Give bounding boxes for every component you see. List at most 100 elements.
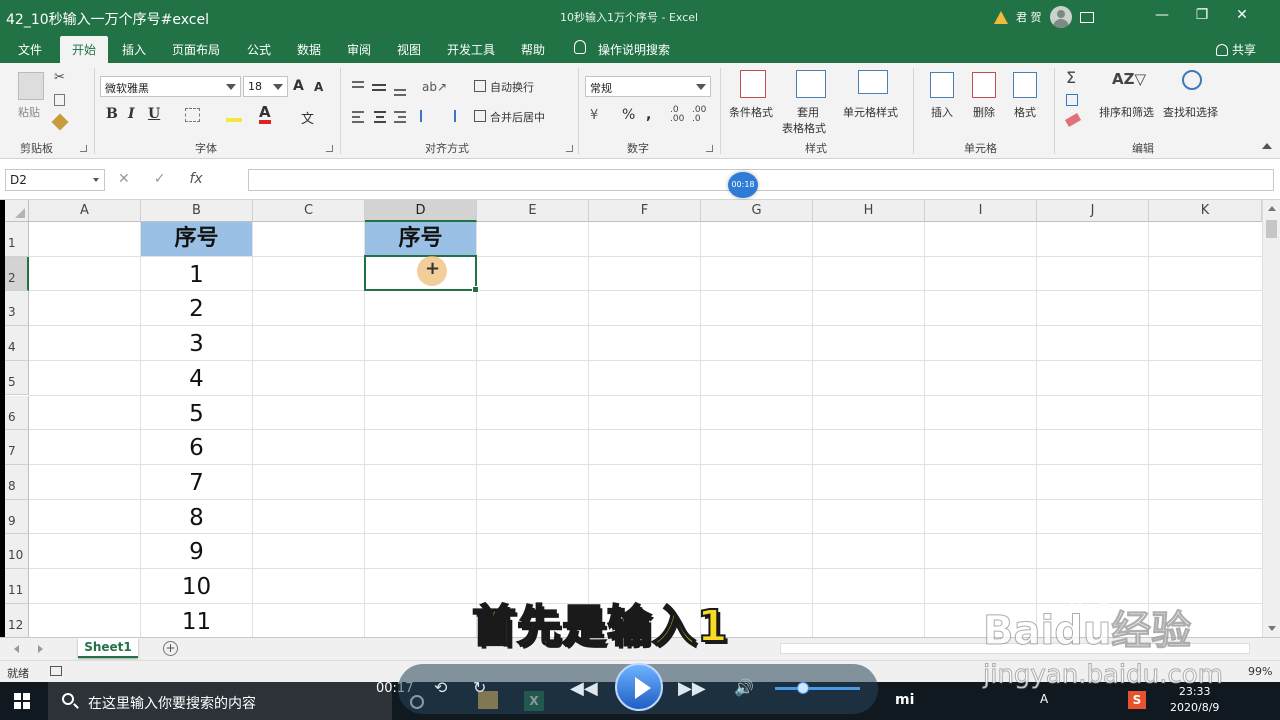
format-as-table-line2[interactable]: 表格格式 [782,120,826,136]
cancel-icon[interactable]: ✕ [118,171,130,187]
tab-insert[interactable]: 插入 [122,41,146,58]
scroll-down-icon[interactable] [1268,626,1276,631]
decrease-decimal-icon[interactable]: .00.0 [692,106,706,124]
refresh-icon[interactable]: ↻ [473,678,486,697]
cell-styles-button[interactable]: 单元格样式 [843,104,898,120]
comma-style-icon[interactable]: , [646,107,651,123]
column-header-f[interactable]: F [589,200,701,222]
cell-b11[interactable]: 10 [141,569,252,603]
column-header-c[interactable]: C [253,200,365,222]
cell-b8[interactable]: 7 [141,465,252,499]
row-header-6[interactable]: 6 [5,395,29,431]
mi-icon[interactable]: mi [895,692,914,708]
prev-sheet-icon[interactable] [14,645,19,653]
underline-button[interactable]: U [148,106,160,122]
column-header-b[interactable]: B [141,200,253,222]
tab-review[interactable]: 审阅 [347,41,371,58]
wrap-text-button[interactable]: 自动换行 [490,79,534,95]
paste-icon[interactable] [18,72,44,100]
insert-cells-button[interactable]: 插入 [931,104,953,120]
column-header-g[interactable]: G [701,200,813,222]
row-header-9[interactable]: 9 [5,499,29,535]
user-name[interactable]: 君 贺 [1016,9,1042,25]
ime-indicator[interactable]: A [1040,692,1048,706]
volume-icon[interactable]: 🔊 [734,678,754,697]
cut-icon[interactable]: ✂ [54,70,65,85]
add-sheet-button[interactable]: + [163,641,178,656]
find-select-button[interactable]: 查找和选择 [1163,104,1218,120]
orientation-icon[interactable]: ab↗ [422,80,447,94]
column-header-k[interactable]: K [1149,200,1262,222]
percent-icon[interactable]: % [622,107,635,123]
tab-view[interactable]: 视图 [397,41,421,58]
format-as-table-line1[interactable]: 套用 [797,104,819,120]
row-header-8[interactable]: 8 [5,464,29,500]
shrink-font-button[interactable]: A [314,80,323,94]
increase-decimal-icon[interactable]: .0.00 [670,106,684,124]
cell-b2[interactable]: 1 [141,257,252,291]
horizontal-align-icons[interactable] [350,110,410,126]
currency-icon[interactable]: ¥ [590,108,598,123]
zoom-level[interactable]: 99% [1248,665,1272,678]
tab-data[interactable]: 数据 [297,41,321,58]
volume-slider[interactable] [775,687,860,690]
bold-button[interactable]: B [106,106,118,122]
taskbar-search[interactable]: 在这里输入你要搜索的内容 00:17 [48,681,413,720]
avatar[interactable] [1049,6,1072,28]
minimize-icon[interactable]: — [1152,7,1172,23]
collapse-ribbon-icon[interactable] [1262,143,1272,149]
row-header-7[interactable]: 7 [5,430,29,465]
alignment-launcher-icon[interactable] [566,145,573,152]
clipboard-launcher-icon[interactable] [80,145,87,152]
italic-button[interactable]: I [128,106,135,122]
column-header-i[interactable]: I [925,200,1037,222]
worksheet-grid[interactable]: ABCDEFGHIJK 1 2 3 4 5 6 7 8 9 10 11 12 序号 序号 123456… [5,200,1262,637]
formula-input[interactable] [248,169,1274,191]
ribbon-display-options-icon[interactable] [1079,11,1094,23]
paste-label[interactable]: 粘贴 [18,104,40,120]
autosum-icon[interactable]: Σ [1066,68,1076,87]
cell-b4[interactable]: 3 [141,326,252,360]
cell-b10[interactable]: 9 [141,534,252,568]
volume-knob[interactable] [797,682,809,694]
column-header-d[interactable]: D [365,200,477,222]
tab-file[interactable]: 文件 [18,41,42,58]
rewind-icon[interactable]: ◀◀ [570,678,598,699]
restore-icon[interactable]: ❐ [1192,7,1212,23]
vertical-align-icons[interactable] [350,80,410,96]
tab-home[interactable]: 开始 [60,36,109,64]
row-header-1[interactable]: 1 [5,222,29,257]
number-launcher-icon[interactable] [706,145,713,152]
cell-b6[interactable]: 5 [141,396,252,430]
row-header-4[interactable]: 4 [5,326,29,361]
lightbulb-icon[interactable] [574,40,586,54]
font-launcher-icon[interactable] [326,145,333,152]
row-header-3[interactable]: 3 [5,291,29,327]
delete-cells-button[interactable]: 删除 [973,104,995,120]
play-button[interactable] [615,663,663,711]
fast-forward-icon[interactable]: ▶▶ [678,678,706,699]
fill-icon[interactable] [1066,94,1078,106]
row-header-11[interactable]: 11 [5,569,29,604]
copy-icon[interactable] [54,94,65,106]
column-header-e[interactable]: E [477,200,589,222]
tab-page-layout[interactable]: 页面布局 [172,41,220,58]
macro-record-icon[interactable] [50,666,62,676]
tab-help[interactable]: 帮助 [521,41,545,58]
close-icon[interactable]: ✕ [1232,7,1252,23]
cell-b9[interactable]: 8 [141,500,252,534]
next-sheet-icon[interactable] [38,645,43,653]
increase-indent-icon[interactable] [442,110,456,122]
merge-center-button[interactable]: 合并后居中 [490,109,545,125]
font-color-icon[interactable]: A [259,104,271,124]
border-icon[interactable] [185,108,200,122]
tab-developer[interactable]: 开发工具 [447,41,495,58]
cell-b12[interactable]: 11 [141,604,252,637]
scroll-thumb[interactable] [1266,220,1277,238]
cell-d1[interactable]: 序号 [365,222,476,256]
warning-icon[interactable] [994,10,1008,24]
number-format-combo[interactable]: 常规 [585,76,711,97]
cell-b3[interactable]: 2 [141,291,252,325]
insert-function-icon[interactable]: fx [189,171,202,187]
font-size-combo[interactable]: 18 [243,76,288,97]
